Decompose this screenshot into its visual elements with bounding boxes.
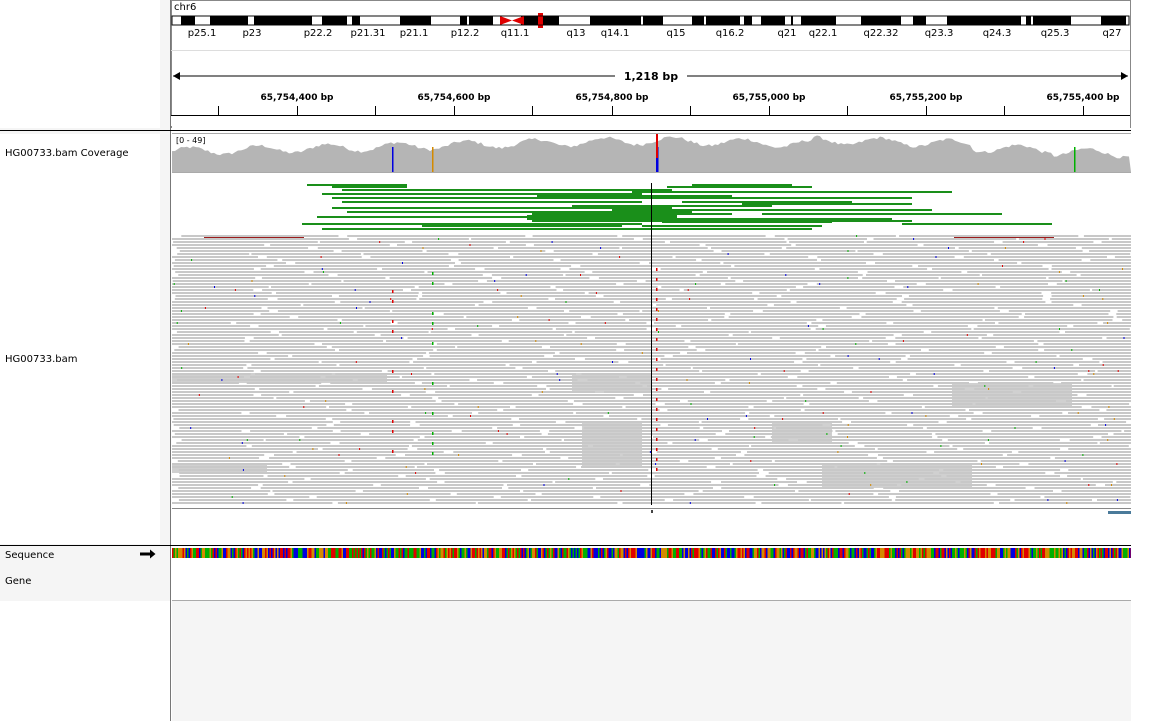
ruler-tick-label: 65,754,400 bp (247, 93, 347, 103)
band-label: p21.31 (351, 28, 386, 39)
band-label: q13 (566, 28, 585, 39)
sequence-track-label[interactable]: Sequence (5, 550, 54, 561)
band-label: p12.2 (451, 28, 480, 39)
feature-svg[interactable] (172, 546, 1131, 721)
ruler-tick-label: 65,754,600 bp (404, 93, 504, 103)
band-label: q11.1 (501, 28, 530, 39)
gene-track-label[interactable]: Gene (5, 576, 31, 587)
band-label: q27 (1102, 28, 1121, 39)
header-separator (0, 130, 1150, 131)
coverage-track-label[interactable]: HG00733.bam Coverage (5, 148, 129, 159)
span-label: 1,218 bp (615, 70, 687, 83)
band-label: q21 (777, 28, 796, 39)
ruler-tick-label: 65,754,800 bp (562, 93, 662, 103)
data-panel[interactable]: [0 - 49] (172, 133, 1131, 545)
ruler-tick-label: 65,755,000 bp (719, 93, 819, 103)
band-label: p22.2 (304, 28, 333, 39)
coverage-track (172, 134, 1131, 172)
empty-name-area (0, 601, 170, 721)
coverage-range-label: [0 - 49] (176, 136, 205, 145)
band-label: q23.3 (925, 28, 954, 39)
ruler-tick-label: 65,755,400 bp (1033, 93, 1133, 103)
right-margin (1131, 0, 1150, 721)
band-label: p23 (242, 28, 261, 39)
data-svg[interactable]: [0 - 49] (172, 133, 1131, 545)
header-panel: chr6 p25.1p23p22.2p21.31p21.1p12.2q11.1q… (171, 0, 1131, 130)
band-label: q22.1 (809, 28, 838, 39)
band-label: q25.3 (1041, 28, 1070, 39)
chromosome-ideogram (172, 13, 1129, 28)
ideogram-ruler-svg[interactable]: p25.1 p23 p22.2 p21.31 p21.1 p12.2 q11.1 q13 q14… (171, 0, 1131, 128)
feature-panel[interactable] (172, 546, 1131, 721)
header-name-area (0, 0, 160, 128)
ruler-tick-label: 65,755,200 bp (876, 93, 976, 103)
scroll-indicator (1108, 511, 1131, 514)
sequence-strand-arrow-icon[interactable] (140, 549, 156, 559)
band-labels: p25.1 p23 p22.2 p21.31 p21.1 p12.2 q11.1 q13 q14… (188, 28, 1122, 39)
track-name-panel: HG00733.bam Coverage HG00733.bam Sequenc… (0, 0, 170, 721)
band-label: q16.2 (716, 28, 745, 39)
position-ruler (171, 106, 1130, 126)
band-label: q24.3 (983, 28, 1012, 39)
band-label: p21.1 (400, 28, 429, 39)
data-track-name-area (0, 134, 160, 544)
band-label: q14.1 (601, 28, 630, 39)
alignment-track-label[interactable]: HG00733.bam (5, 354, 77, 365)
band-label: p25.1 (188, 28, 217, 39)
sequence-track (172, 548, 1131, 558)
discordant-read-pairs (302, 184, 1052, 230)
band-label: q15 (666, 28, 685, 39)
band-label: q22.32 (864, 28, 899, 39)
